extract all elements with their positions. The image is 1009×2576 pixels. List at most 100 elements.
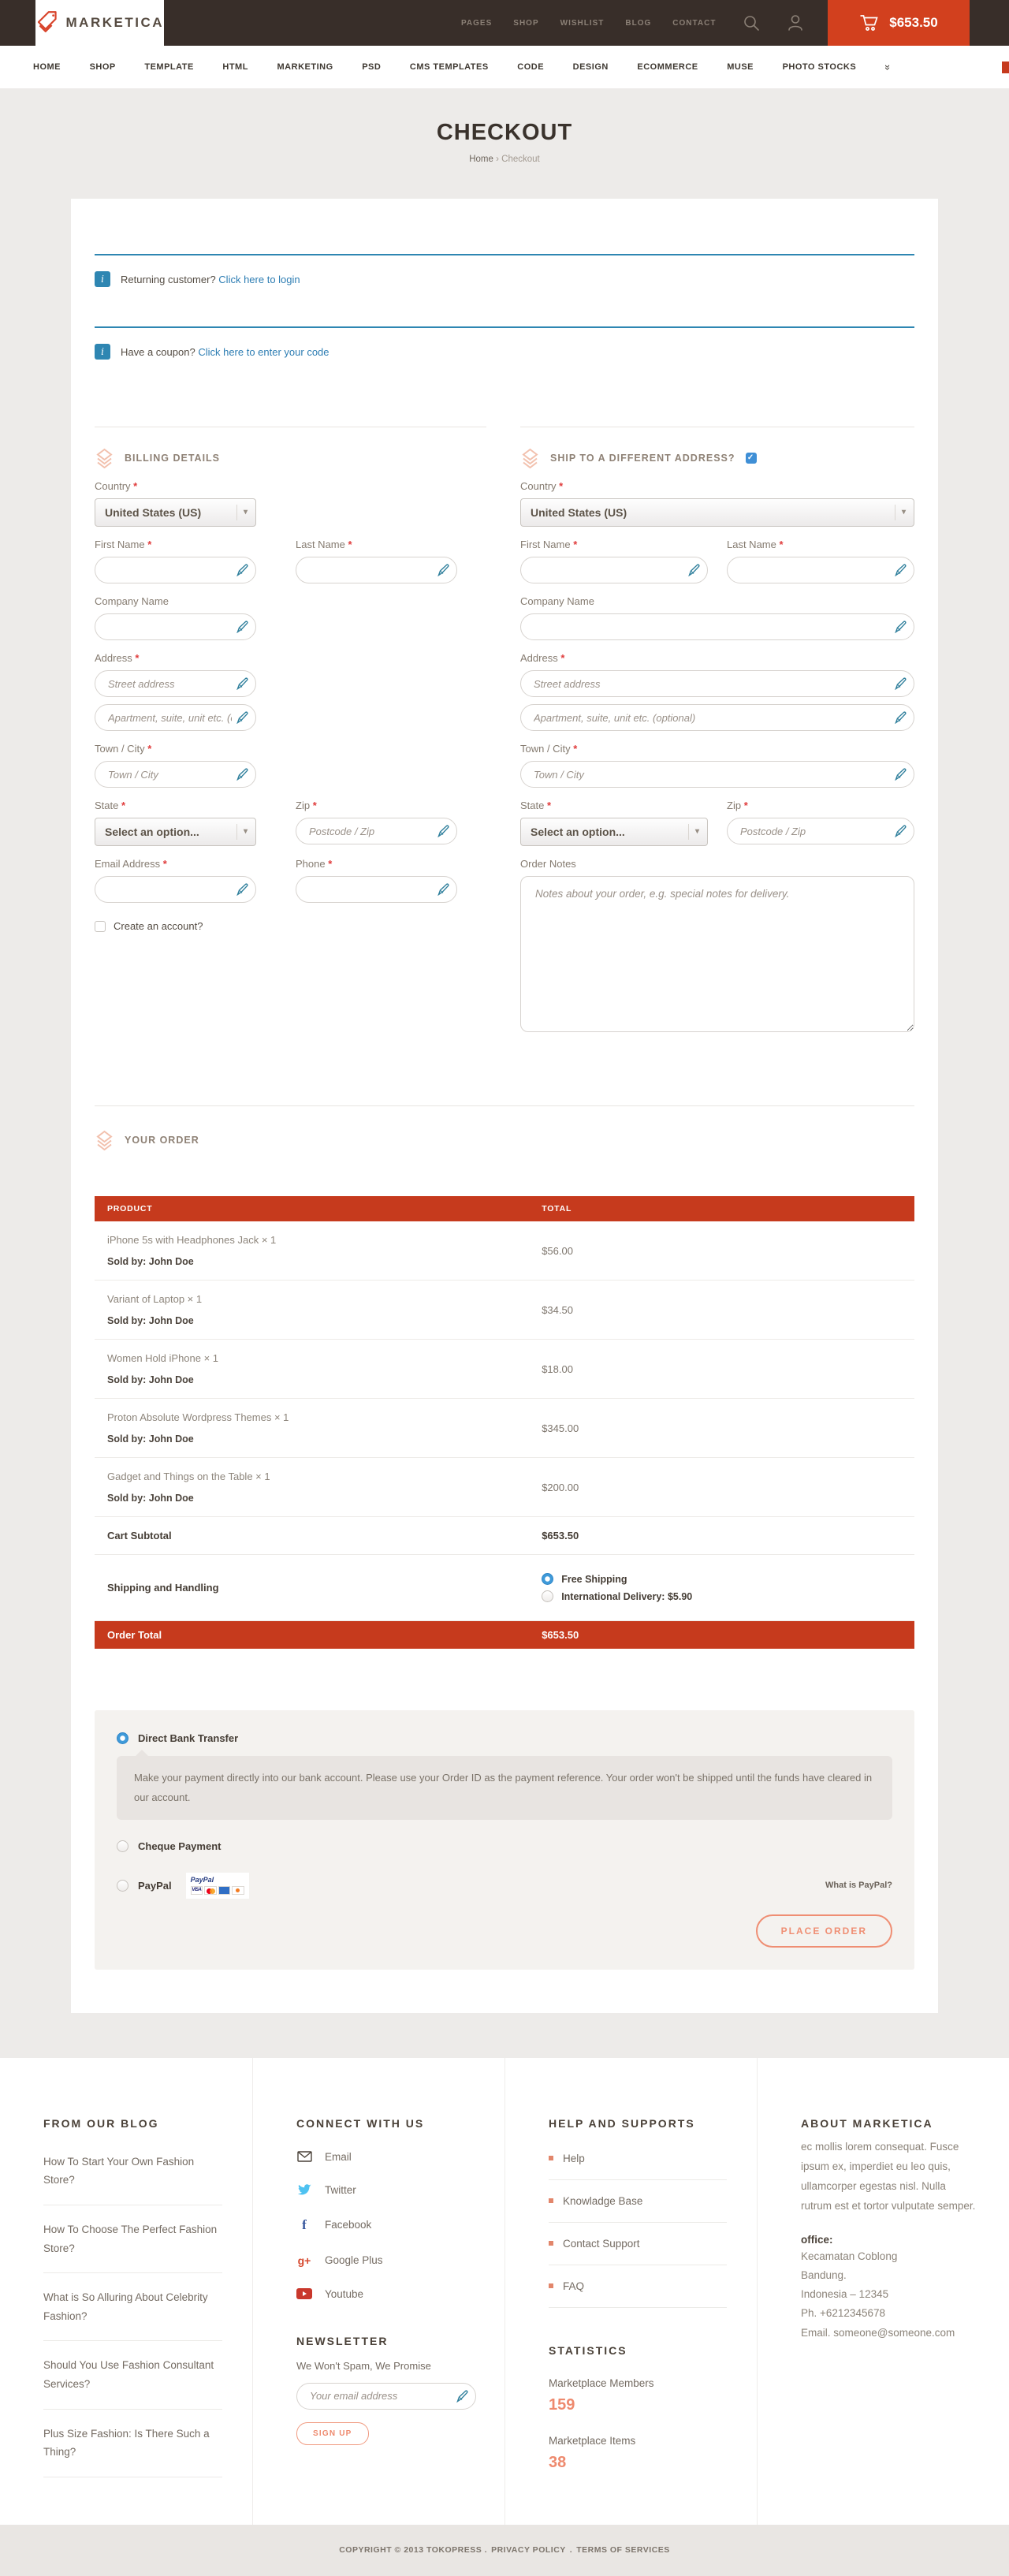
billing-phone-input[interactable] [296, 876, 457, 903]
billing-last-name-input[interactable] [296, 557, 457, 583]
office-label: office: [801, 2234, 979, 2246]
social-link-twitter[interactable]: Twitter [296, 2184, 475, 2196]
radio-unselected-icon[interactable] [542, 1590, 553, 1602]
payment-paypal[interactable]: PayPal PayPal VISA What is PayPal? [117, 1873, 892, 1899]
pen-icon [236, 677, 249, 690]
cart-button[interactable]: $653.50 [828, 0, 970, 46]
billing-address-label: Address * [95, 652, 486, 664]
coupon-notice: i Have a coupon? Click here to enter you… [95, 326, 914, 399]
user-account-icon[interactable] [787, 13, 804, 32]
order-notes-textarea[interactable] [520, 876, 914, 1032]
topbar-link-shop[interactable]: SHOP [513, 19, 538, 28]
shipping-town-input[interactable] [520, 761, 914, 788]
nav-item-shop[interactable]: SHOP [90, 62, 116, 72]
order-total-value: $653.50 [529, 1621, 914, 1650]
social-link-google-plus[interactable]: g+ Google Plus [296, 2254, 475, 2267]
product-name: Gadget and Things on the Table × 1 [107, 1471, 516, 1482]
topbar-link-pages[interactable]: PAGES [461, 19, 492, 28]
billing-first-name-input[interactable] [95, 557, 256, 583]
shipping-zip-input[interactable] [727, 818, 914, 844]
column-header-product: PRODUCT [95, 1196, 529, 1221]
nav-item-ecommerce[interactable]: ECOMMERCE [637, 62, 698, 72]
blog-link[interactable]: How To Start Your Own Fashion Store? [43, 2138, 222, 2205]
billing-zip-input[interactable] [296, 818, 457, 844]
search-icon[interactable] [743, 14, 760, 32]
billing-state-select[interactable]: Select an option...▾ [95, 818, 256, 846]
pen-icon [456, 2390, 469, 2403]
square-bullet-icon [549, 2198, 553, 2203]
blog-link[interactable]: How To Choose The Perfect Fashion Store? [43, 2205, 222, 2273]
nav-item-cms-templates[interactable]: CMS TEMPLATES [410, 62, 489, 72]
radio-selected-icon[interactable] [117, 1732, 128, 1744]
social-link-youtube[interactable]: Youtube [296, 2288, 475, 2300]
topbar-link-blog[interactable]: BLOG [625, 19, 651, 28]
billing-last-name-label: Last Name * [296, 539, 457, 550]
shipping-state-select[interactable]: Select an option...▾ [520, 818, 708, 846]
nav-item-html[interactable]: HTML [222, 62, 248, 72]
nav-more-icon[interactable]: » [882, 64, 894, 69]
help-link[interactable]: Help [549, 2138, 727, 2180]
shipping-country-select[interactable]: United States (US)▾ [520, 498, 914, 527]
shipping-first-name-input[interactable] [520, 557, 708, 583]
nav-item-marketing[interactable]: MARKETING [277, 62, 333, 72]
help-link[interactable]: FAQ [549, 2265, 727, 2308]
pen-icon [895, 621, 907, 633]
social-link-email[interactable]: Email [296, 2151, 475, 2163]
social-link-facebook[interactable]: f Facebook [296, 2217, 475, 2233]
shipping-last-name-input[interactable] [727, 557, 914, 583]
shipping-first-name-label: First Name * [520, 539, 708, 550]
topbar-link-wishlist[interactable]: WISHLIST [560, 19, 605, 28]
nav-item-template[interactable]: TEMPLATE [144, 62, 193, 72]
place-order-button[interactable]: PLACE ORDER [756, 1914, 892, 1948]
pen-icon [895, 768, 907, 781]
newsletter-email-input[interactable] [296, 2383, 476, 2410]
terms-link[interactable]: TERMS OF SERVICES [576, 2545, 670, 2555]
shipping-street-address-input[interactable] [520, 670, 914, 697]
office-address-line: Kecamatan Coblong [801, 2247, 979, 2266]
privacy-policy-link[interactable]: PRIVACY POLICY [491, 2545, 566, 2555]
breadcrumb-home[interactable]: Home [469, 155, 493, 164]
billing-company-input[interactable] [95, 613, 256, 640]
checkbox-unchecked-icon[interactable] [95, 921, 106, 932]
shipping-company-input[interactable] [520, 613, 914, 640]
shipping-option-free[interactable]: Free Shipping [542, 1573, 902, 1585]
payment-cheque[interactable]: Cheque Payment [117, 1840, 892, 1852]
nav-item-muse[interactable]: MUSE [727, 62, 754, 72]
billing-country-select[interactable]: United States (US)▾ [95, 498, 256, 527]
nav-item-psd[interactable]: PSD [362, 62, 381, 72]
blog-link[interactable]: Should You Use Fashion Consultant Servic… [43, 2341, 222, 2409]
what-is-paypal-link[interactable]: What is PayPal? [825, 1881, 892, 1890]
nav-item-home[interactable]: HOME [33, 62, 61, 72]
topbar-link-contact[interactable]: CONTACT [672, 19, 716, 28]
logo[interactable]: MARKETICA [35, 0, 164, 46]
help-link[interactable]: Knowladge Base [549, 2180, 727, 2223]
payment-bank-transfer[interactable]: Direct Bank Transfer [117, 1732, 892, 1744]
blog-link[interactable]: What is So Alluring About Celebrity Fash… [43, 2273, 222, 2341]
pen-icon [236, 621, 249, 633]
shipping-details-section: SHIP TO A DIFFERENT ADDRESS? ✓ Country *… [520, 427, 914, 1036]
billing-address2-input[interactable] [95, 704, 256, 731]
shipping-address2-input[interactable] [520, 704, 914, 731]
office-phone: Ph. +6212345678 [801, 2304, 979, 2323]
discover-card-icon [232, 1886, 244, 1895]
nav-item-code[interactable]: CODE [517, 62, 544, 72]
coupon-link[interactable]: Click here to enter your code [198, 346, 329, 358]
create-account-checkbox[interactable]: Create an account? [95, 920, 486, 932]
blog-link[interactable]: Plus Size Fashion: Is There Such a Thing… [43, 2410, 222, 2477]
radio-unselected-icon[interactable] [117, 1840, 128, 1852]
billing-street-address-input[interactable] [95, 670, 256, 697]
newsletter-heading: NEWSLETTER [296, 2335, 475, 2347]
help-link[interactable]: Contact Support [549, 2223, 727, 2265]
section-divider [95, 1105, 914, 1106]
signup-button[interactable]: SIGN UP [296, 2422, 369, 2445]
shipping-option-international[interactable]: International Delivery: $5.90 [542, 1590, 902, 1602]
ship-to-different-checkbox[interactable]: ✓ [746, 453, 757, 464]
radio-unselected-icon[interactable] [117, 1880, 128, 1892]
radio-selected-icon[interactable] [542, 1573, 553, 1585]
billing-town-input[interactable] [95, 761, 256, 788]
billing-email-input[interactable] [95, 876, 256, 903]
brand-name: MARKETICA [66, 15, 165, 31]
login-link[interactable]: Click here to login [218, 274, 300, 285]
nav-item-design[interactable]: DESIGN [573, 62, 609, 72]
nav-item-photo-stocks[interactable]: PHOTO STOCKS [783, 62, 857, 72]
